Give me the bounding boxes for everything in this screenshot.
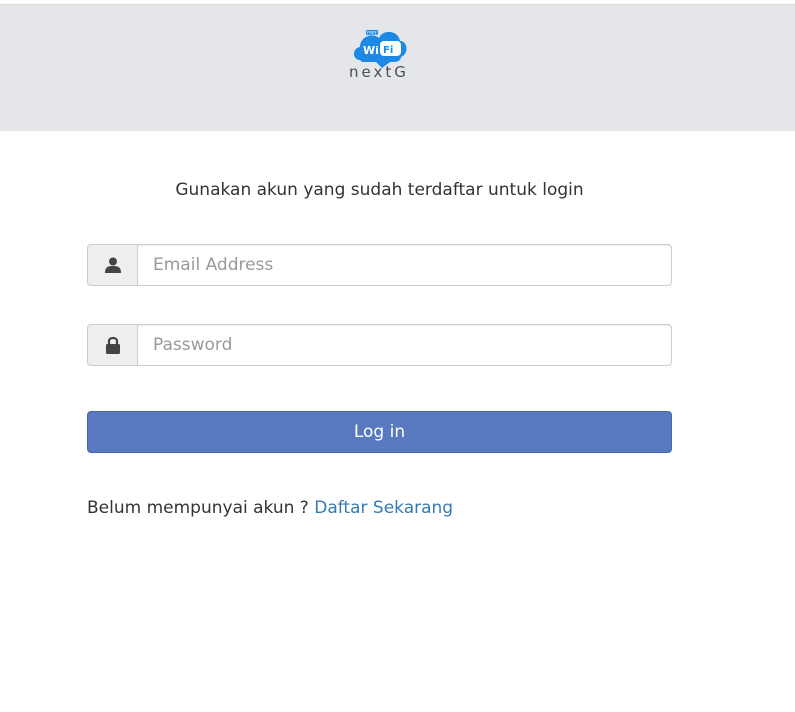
logo-wi-text: Wi [363,44,379,57]
register-link[interactable]: Daftar Sekarang [314,498,453,518]
register-prompt: Belum mempunyai akun ? Daftar Sekarang [87,498,453,518]
email-input-group [87,244,672,286]
logo-wordmark-suffix: G [394,63,409,81]
password-input-group [87,324,672,366]
logo-small-text: FREE [367,30,378,35]
register-prompt-text: Belum mempunyai akun ? [87,498,309,518]
logo-wordmark: nextG [349,63,409,81]
password-field[interactable] [137,324,672,366]
login-button[interactable]: Log in [87,411,672,453]
email-field[interactable] [137,244,672,286]
lock-icon [105,336,120,354]
user-icon [104,257,121,273]
logo-fi-text: Fi [383,45,393,56]
email-addon [87,244,137,286]
password-addon [87,324,137,366]
logo-wordmark-prefix: next [349,63,395,81]
login-instructions: Gunakan akun yang sudah terdaftar untuk … [175,180,584,200]
